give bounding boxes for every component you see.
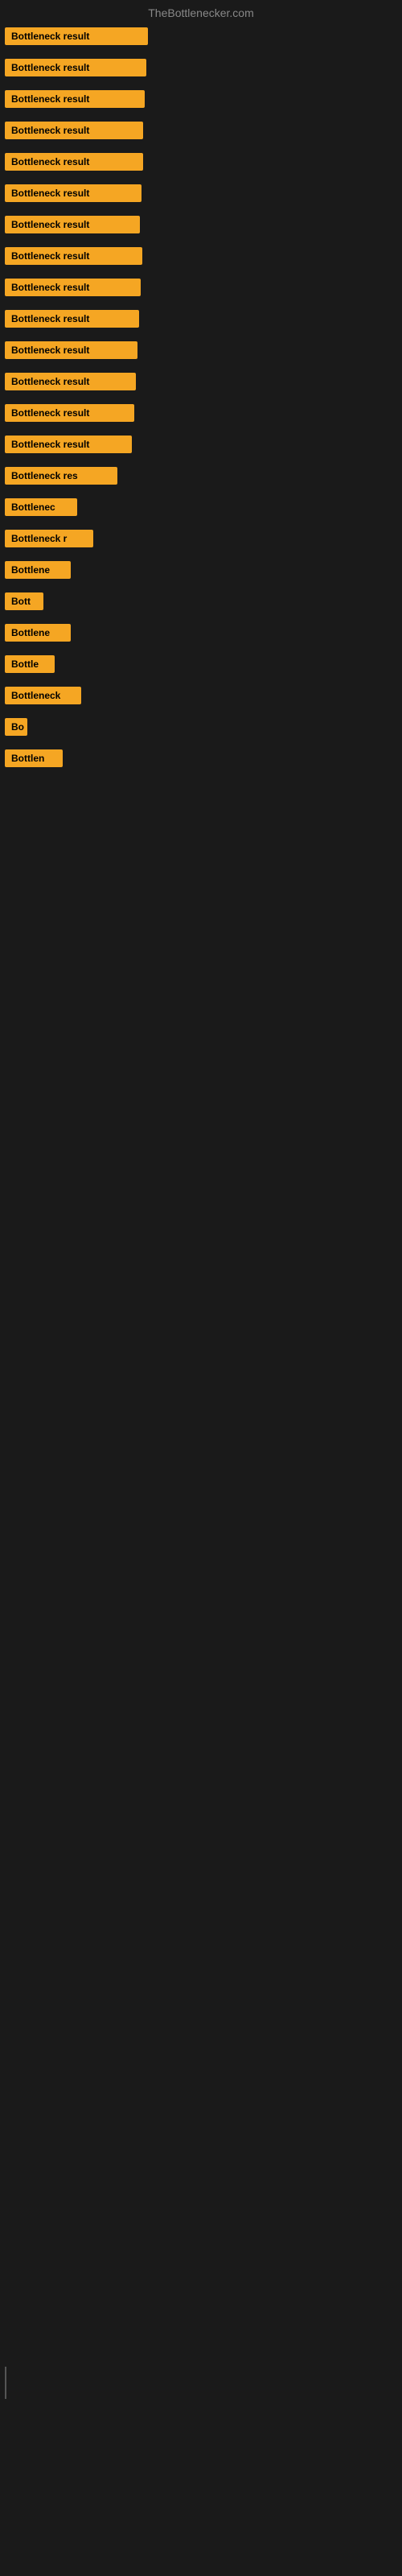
bottleneck-item[interactable]: Bottleneck result — [5, 434, 397, 459]
bottleneck-item[interactable]: Bottleneck result — [5, 214, 397, 239]
bottleneck-badge: Bottlene — [5, 561, 71, 579]
bottleneck-badge: Bottleneck result — [5, 373, 136, 390]
bottleneck-badge: Bottleneck result — [5, 59, 146, 76]
bottleneck-badge: Bottleneck result — [5, 279, 141, 296]
bottleneck-badge: Bottleneck result — [5, 216, 140, 233]
bottleneck-item[interactable]: Bottleneck result — [5, 308, 397, 333]
bottleneck-item[interactable]: Bottleneck result — [5, 57, 397, 82]
site-title: TheBottlenecker.com — [148, 6, 254, 19]
bottleneck-badge: Bottleneck result — [5, 122, 143, 139]
bottleneck-item[interactable]: Bottleneck result — [5, 151, 397, 176]
bottleneck-badge: Bottleneck result — [5, 436, 132, 453]
bottleneck-badge: Bottlene — [5, 624, 71, 642]
bottleneck-item[interactable]: Bottlene — [5, 622, 397, 647]
bottleneck-item[interactable]: Bottlen — [5, 748, 397, 773]
bottleneck-item[interactable]: Bottleneck result — [5, 340, 397, 365]
bottleneck-item[interactable]: Bo — [5, 716, 397, 741]
bottleneck-item[interactable]: Bottleneck result — [5, 277, 397, 302]
bottleneck-badge: Bottleneck result — [5, 153, 143, 171]
bottleneck-badge: Bottlen — [5, 749, 63, 767]
bottleneck-item[interactable]: Bott — [5, 591, 397, 616]
bottleneck-badge: Bottleneck result — [5, 184, 142, 202]
bottleneck-badge: Bottleneck — [5, 687, 81, 704]
bottleneck-badge: Bottleneck r — [5, 530, 93, 547]
bottleneck-item[interactable]: Bottleneck r — [5, 528, 397, 553]
site-header: TheBottlenecker.com — [0, 0, 402, 23]
items-container: Bottleneck result Bottleneck result Bottle… — [0, 23, 402, 782]
cursor-line — [5, 2367, 6, 2399]
bottleneck-badge: Bottle — [5, 655, 55, 673]
bottleneck-badge: Bottleneck result — [5, 27, 148, 45]
bottleneck-item[interactable]: Bottleneck res — [5, 465, 397, 490]
bottleneck-item[interactable]: Bottle — [5, 654, 397, 679]
bottleneck-badge: Bottleneck result — [5, 341, 137, 359]
bottleneck-badge: Bottleneck res — [5, 467, 117, 485]
bottleneck-badge: Bottleneck result — [5, 90, 145, 108]
bottleneck-item[interactable]: Bottleneck result — [5, 120, 397, 145]
bottleneck-item[interactable]: Bottleneck result — [5, 26, 397, 51]
bottleneck-item[interactable]: Bottlenec — [5, 497, 397, 522]
bottleneck-item[interactable]: Bottleneck result — [5, 89, 397, 114]
bottleneck-item[interactable]: Bottlene — [5, 559, 397, 584]
bottleneck-item[interactable]: Bottleneck result — [5, 246, 397, 270]
bottleneck-item[interactable]: Bottleneck result — [5, 183, 397, 208]
bottleneck-badge: Bottleneck result — [5, 247, 142, 265]
bottleneck-badge: Bott — [5, 592, 43, 610]
bottleneck-item[interactable]: Bottleneck result — [5, 371, 397, 396]
bottleneck-badge: Bottlenec — [5, 498, 77, 516]
bottleneck-item[interactable]: Bottleneck result — [5, 402, 397, 427]
bottleneck-badge: Bo — [5, 718, 27, 736]
bottleneck-badge: Bottleneck result — [5, 404, 134, 422]
bottleneck-badge: Bottleneck result — [5, 310, 139, 328]
bottleneck-item[interactable]: Bottleneck — [5, 685, 397, 710]
